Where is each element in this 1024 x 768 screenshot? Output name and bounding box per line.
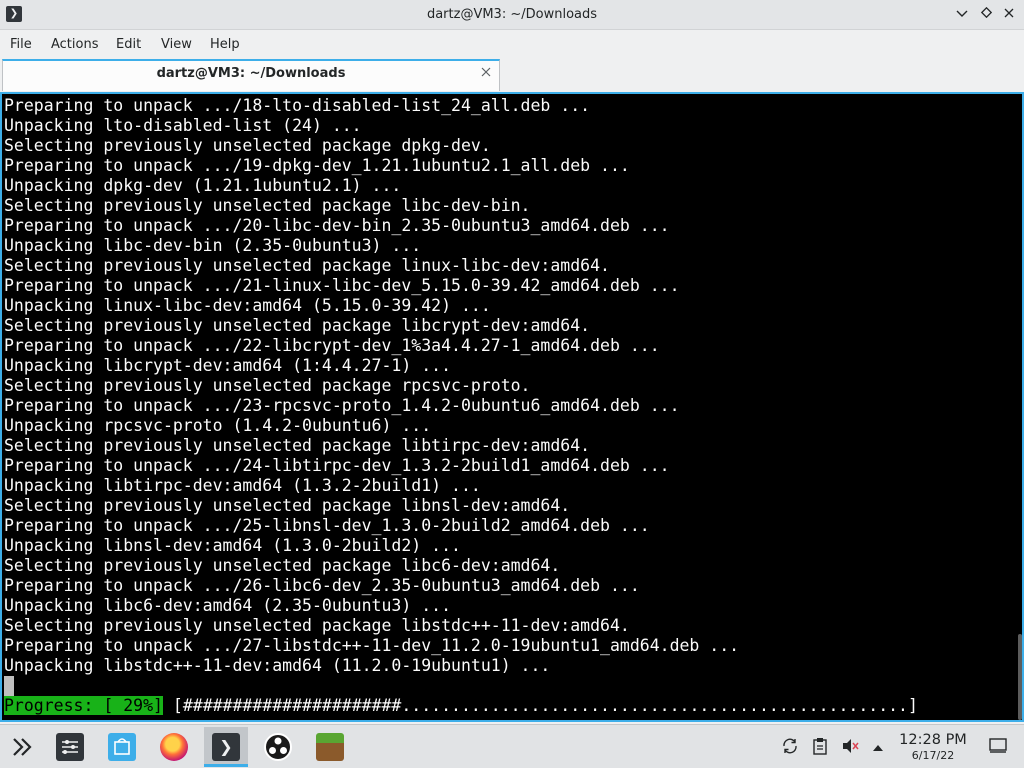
menu-file[interactable]: File bbox=[10, 31, 32, 58]
clock-date: 6/17/22 bbox=[911, 749, 955, 762]
konsole-icon: ❯ bbox=[212, 733, 240, 761]
tab-terminal-session[interactable]: dartz@VM3: ~/Downloads bbox=[2, 59, 500, 91]
terminal-line: Unpacking lto-disabled-list (24) ... bbox=[4, 116, 362, 135]
terminal-line: Unpacking libcrypt-dev:amd64 (1:4.4.27-1… bbox=[4, 356, 452, 375]
terminal-line: Unpacking libc6-dev:amd64 (2.35-0ubuntu3… bbox=[4, 596, 452, 615]
terminal-line: Selecting previously unselected package … bbox=[4, 376, 531, 395]
terminal-line: Selecting previously unselected package … bbox=[4, 196, 531, 215]
terminal-line: Preparing to unpack .../23-rpcsvc-proto_… bbox=[4, 396, 680, 415]
minecraft-icon bbox=[316, 733, 344, 761]
terminal-line: Unpacking linux-libc-dev:amd64 (5.15.0-3… bbox=[4, 296, 491, 315]
close-window-button[interactable] bbox=[999, 5, 1019, 25]
minimize-button[interactable] bbox=[952, 5, 972, 25]
terminal-line: Selecting previously unselected package … bbox=[4, 556, 561, 575]
window-titlebar[interactable]: ❯ dartz@VM3: ~/Downloads bbox=[0, 0, 1024, 30]
terminal-line: Preparing to unpack .../19-dpkg-dev_1.21… bbox=[4, 156, 630, 175]
terminal-line: Preparing to unpack .../25-libnsl-dev_1.… bbox=[4, 516, 650, 535]
terminal-line: Unpacking libtirpc-dev:amd64 (1.3.2-2bui… bbox=[4, 476, 481, 495]
obs-studio-button[interactable] bbox=[256, 727, 300, 767]
chevron-up-icon[interactable] bbox=[868, 737, 888, 757]
show-desktop-button[interactable] bbox=[988, 737, 1008, 757]
terminal-line: Preparing to unpack .../20-libc-dev-bin_… bbox=[4, 216, 670, 235]
maximize-button[interactable] bbox=[976, 5, 996, 25]
diamond-icon bbox=[980, 6, 992, 19]
close-icon bbox=[1004, 8, 1014, 18]
terminal-line: Preparing to unpack .../22-libcrypt-dev_… bbox=[4, 336, 660, 355]
terminal-line: Selecting previously unselected package … bbox=[4, 136, 491, 155]
terminal-line: Unpacking rpcsvc-proto (1.4.2-0ubuntu6) … bbox=[4, 416, 432, 435]
terminal-line: Preparing to unpack .../21-linux-libc-de… bbox=[4, 276, 680, 295]
terminal-output: Preparing to unpack .../18-lto-disabled-… bbox=[4, 96, 1016, 676]
application-launcher-icon bbox=[8, 733, 36, 761]
menu-help[interactable]: Help bbox=[210, 31, 240, 58]
terminal-line: Selecting previously unselected package … bbox=[4, 256, 610, 275]
terminal-line: Unpacking dpkg-dev (1.21.1ubuntu2.1) ... bbox=[4, 176, 402, 195]
menu-bar: File Actions Edit View Help bbox=[0, 31, 1024, 58]
terminal-line: Preparing to unpack .../27-libstdc++-11-… bbox=[4, 636, 740, 655]
application-launcher-button[interactable] bbox=[0, 727, 44, 767]
clipboard-icon[interactable] bbox=[810, 737, 830, 757]
progress-bar-text: [######################.................… bbox=[162, 696, 928, 715]
tab-label: dartz@VM3: ~/Downloads bbox=[156, 66, 346, 81]
konsole-taskbar-button[interactable]: ❯ bbox=[204, 727, 248, 767]
clock-time: 12:28 PM bbox=[899, 732, 967, 748]
firefox-icon bbox=[160, 733, 188, 761]
firefox-button[interactable] bbox=[152, 727, 196, 767]
clock[interactable]: 12:28 PM 6/17/22 bbox=[892, 731, 974, 763]
terminal-line: Preparing to unpack .../24-libtirpc-dev_… bbox=[4, 456, 670, 475]
terminal-line: Unpacking libnsl-dev:amd64 (1.3.0-2build… bbox=[4, 536, 461, 555]
menu-edit[interactable]: Edit bbox=[116, 31, 141, 58]
system-settings-button[interactable] bbox=[48, 727, 92, 767]
discover-icon bbox=[108, 733, 136, 761]
tab-bar: dartz@VM3: ~/Downloads bbox=[0, 58, 1024, 92]
terminal-line: Selecting previously unselected package … bbox=[4, 496, 571, 515]
volume-muted-icon[interactable] bbox=[840, 737, 860, 757]
chevron-down-icon bbox=[956, 10, 968, 17]
terminal-line: Preparing to unpack .../26-libc6-dev_2.3… bbox=[4, 576, 640, 595]
window-title: dartz@VM3: ~/Downloads bbox=[426, 7, 598, 22]
terminal-line: Selecting previously unselected package … bbox=[4, 436, 591, 455]
terminal-scrollbar[interactable] bbox=[1018, 634, 1022, 720]
minecraft-button[interactable] bbox=[308, 727, 352, 767]
progress-row: Progress: [ 29%] [######################… bbox=[4, 696, 928, 716]
terminal-line: Unpacking libc-dev-bin (2.35-0ubuntu3) .… bbox=[4, 236, 422, 255]
system-settings-icon bbox=[56, 733, 84, 761]
terminal-line: Selecting previously unselected package … bbox=[4, 316, 591, 335]
tab-close-button[interactable] bbox=[481, 65, 491, 81]
progress-label: Progress: [ 29%] bbox=[4, 696, 163, 715]
terminal-line: Unpacking libstdc++-11-dev:amd64 (11.2.0… bbox=[4, 656, 551, 675]
menu-actions[interactable]: Actions bbox=[51, 31, 99, 58]
close-icon bbox=[481, 67, 491, 77]
taskbar: ❯ 12:28 PM 6/17/22 bbox=[0, 724, 1024, 768]
menu-view[interactable]: View bbox=[161, 31, 192, 58]
terminal-line: Selecting previously unselected package … bbox=[4, 616, 630, 635]
discover-button[interactable] bbox=[100, 727, 144, 767]
terminal-line: Preparing to unpack .../18-lto-disabled-… bbox=[4, 96, 591, 115]
obs-studio-icon bbox=[264, 733, 292, 761]
show-desktop-icon bbox=[989, 738, 1007, 753]
terminal-view[interactable]: Preparing to unpack .../18-lto-disabled-… bbox=[0, 92, 1024, 722]
terminal-cursor bbox=[4, 676, 14, 696]
update-icon[interactable] bbox=[780, 737, 800, 757]
